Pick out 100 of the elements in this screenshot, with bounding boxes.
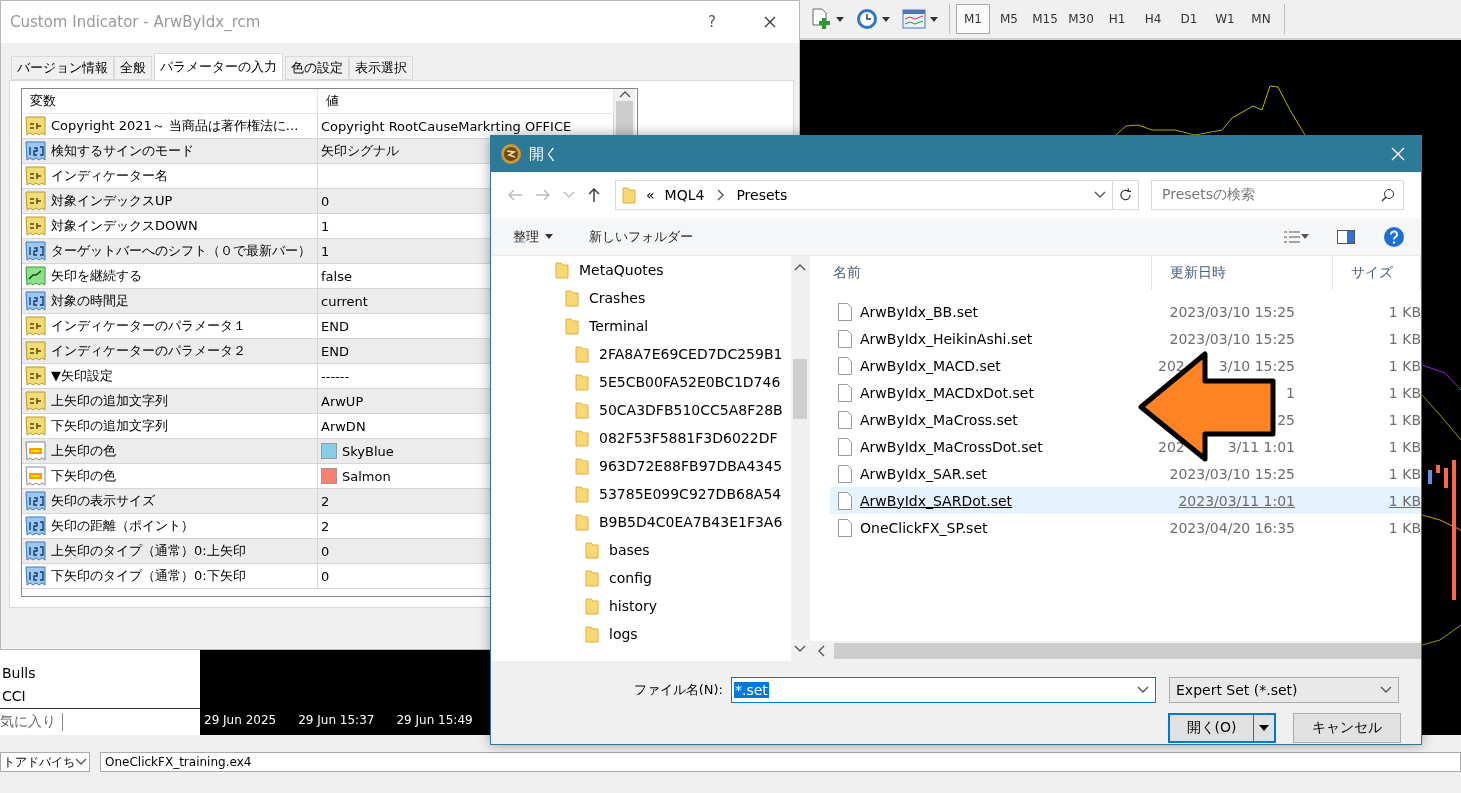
timeframe-button[interactable]: W1 (1208, 4, 1242, 34)
indicator-line (1421, 394, 1461, 441)
parameter-name-cell[interactable]: 矢印の距離（ポイント） (22, 514, 318, 539)
timeframe-button[interactable]: H4 (1136, 4, 1170, 34)
text-type-icon (25, 316, 46, 336)
number-type-icon (25, 566, 46, 586)
tab[interactable]: 全般 (114, 56, 152, 80)
path-segment[interactable]: Presets (736, 187, 788, 203)
scrollbar[interactable] (791, 256, 809, 661)
file-field[interactable]: OneClickFX_training.ex4 (100, 752, 1461, 772)
file-row[interactable]: ArwByIdx_MaCrossDot.set 202 3/11 1:01 1 KB (830, 433, 1421, 460)
search-field[interactable]: Presetsの検索 (1151, 180, 1404, 210)
parameter-name-cell[interactable]: インディケーター名 (22, 164, 318, 189)
timeframe-button[interactable]: M30 (1064, 4, 1098, 34)
address-bar[interactable]: « MQL4 Presets (615, 180, 1113, 210)
file-row[interactable]: ArwByIdx_MaCross.set 25 1 KB (830, 406, 1421, 433)
file-name: ArwByIdx_MaCross.set (860, 411, 1019, 428)
timeframe-button[interactable]: MN (1244, 4, 1278, 34)
file-size: 1 KB (1388, 519, 1421, 536)
caret-icon (882, 16, 890, 22)
number-type-icon (25, 541, 46, 561)
indicator-item[interactable]: CCI (0, 685, 200, 708)
file-row[interactable]: ArwByIdx_SAR.set 2023/03/10 15:25 1 KB (830, 460, 1421, 487)
path-segment[interactable]: MQL4 (664, 187, 705, 203)
file-name: ArwByIdx_MACDxDot.set (860, 384, 1035, 401)
parameter-name-cell[interactable]: インディケーターのパラメータ２ (22, 339, 318, 364)
parameter-name-cell[interactable]: 下矢印のタイプ（通常）0:下矢印 (22, 564, 318, 589)
parameter-value: 2 (321, 493, 330, 509)
file-date: 202 (1158, 438, 1185, 455)
preview-pane-button[interactable] (1335, 227, 1357, 246)
tab[interactable]: バージョン情報 (11, 56, 114, 80)
parameter-value: 1 (321, 218, 330, 234)
tab[interactable]: 表示選択 (349, 56, 413, 80)
search-icon (1381, 188, 1395, 202)
parameter-name-cell[interactable]: 矢印の表示サイズ (22, 489, 318, 514)
file-row[interactable]: ArwByIdx_HeikinAshi.set 2023/03/10 15:25 1 KB (830, 325, 1421, 352)
timeframe-button[interactable]: M1 (956, 4, 990, 34)
tab[interactable]: パラメーターの入力 (154, 53, 283, 80)
scrollbar-thumb[interactable] (793, 358, 807, 419)
file-type-dropdown[interactable]: Expert Set (*.set) (1169, 677, 1399, 703)
clock-icon (856, 8, 878, 30)
advisor-dropdown[interactable]: トアドバイち (0, 752, 90, 772)
parameter-name-cell[interactable]: 対象インデックスUP (22, 189, 318, 214)
parameter-name-cell[interactable]: 対象インデックスDOWN (22, 214, 318, 239)
column-header[interactable]: 名前 (815, 256, 1152, 290)
chart-window-icon (902, 9, 926, 29)
text-type-icon (25, 116, 46, 136)
parameter-name-cell[interactable]: 対象の時間足 (22, 289, 318, 314)
path-segment[interactable]: « (646, 187, 655, 203)
indicator-line (1421, 514, 1461, 531)
tab[interactable]: 色の設定 (285, 56, 349, 80)
parameter-name-cell[interactable]: 下矢印の色 (22, 464, 318, 489)
parameter-name: 上矢印の追加文字列 (51, 392, 168, 410)
timeframe-button[interactable]: D1 (1172, 4, 1206, 34)
refresh-button[interactable] (1113, 180, 1139, 210)
filename-field[interactable]: *.set (731, 677, 1156, 703)
parameter-value-cell[interactable]: Copyright RootCauseMarkrting OFFICE (318, 114, 614, 139)
column-header[interactable]: サイズ (1333, 256, 1421, 290)
parameter-name-cell[interactable]: 矢印を継続する (22, 264, 318, 289)
indicator-item[interactable]: Bulls (0, 662, 200, 685)
help-button[interactable]: ? (683, 0, 741, 44)
caret-icon (1301, 234, 1309, 239)
arrow-up-icon (587, 187, 601, 203)
timeframe-button[interactable]: H1 (1100, 4, 1134, 34)
parameter-name-cell[interactable]: 上矢印の色 (22, 439, 318, 464)
file-date: 3/10 15:25 (1218, 357, 1295, 374)
file-size: 1 KB (1388, 303, 1421, 320)
open-button[interactable]: 開く(O) (1168, 713, 1276, 743)
cancel-button[interactable]: キャンセル (1293, 713, 1401, 743)
column-header[interactable]: 更新日時 (1152, 256, 1333, 290)
folder-name[interactable]: history (609, 598, 658, 614)
help-icon (1383, 225, 1405, 248)
scrollbar[interactable] (810, 641, 1421, 661)
parameter-name-cell[interactable]: 上矢印の追加文字列 (22, 389, 318, 414)
number-type-icon (25, 141, 46, 161)
file-name: OneClickFX_SP.set (860, 519, 989, 536)
parameter-name-cell[interactable]: インディケーターのパラメータ１ (22, 314, 318, 339)
parameter-name-cell[interactable]: 上矢印のタイプ（通常）0:上矢印 (22, 539, 318, 564)
file-row[interactable]: ArwByIdx_SARDot.set 2023/03/11 1:01 1 KB (830, 487, 1421, 514)
folder-icon (565, 317, 579, 335)
folder-icon (565, 289, 579, 307)
scrollbar-thumb[interactable] (834, 643, 1421, 659)
folder-name[interactable]: logs (609, 626, 638, 642)
parameter-name-cell[interactable]: 検知するサインのモード (22, 139, 318, 164)
parameter-name-cell[interactable]: ▼矢印設定 (22, 364, 318, 389)
text-type-icon (25, 416, 46, 436)
parameter-name-cell[interactable]: 下矢印の追加文字列 (22, 414, 318, 439)
favorites-tab[interactable]: 気に入り (0, 713, 63, 731)
timeframe-button[interactable]: M5 (992, 4, 1026, 34)
file-row[interactable]: ArwByIdx_MACD.set 202 3/10 15:25 1 KB (830, 352, 1421, 379)
file-name: ArwByIdx_SARDot.set (860, 492, 1014, 509)
parameter-name: インディケーターのパラメータ１ (51, 317, 246, 335)
folder-icon (575, 513, 589, 531)
parameter-name-cell[interactable]: ターゲットバーへのシフト（０で最新バー） (22, 239, 318, 264)
timeframe-button[interactable]: M15 (1028, 4, 1062, 34)
file-row[interactable]: ArwByIdx_BB.set 2023/03/10 15:25 1 KB (830, 298, 1421, 325)
file-row[interactable]: OneClickFX_SP.set 2023/04/20 16:35 1 KB (830, 514, 1421, 541)
parameter-name: 下矢印の色 (51, 467, 116, 485)
parameter-name-cell[interactable]: Copyright 2021～ 当商品は著作権法に... (22, 114, 318, 139)
file-row[interactable]: ArwByIdx_MACDxDot.set 1 1 KB (830, 379, 1421, 406)
